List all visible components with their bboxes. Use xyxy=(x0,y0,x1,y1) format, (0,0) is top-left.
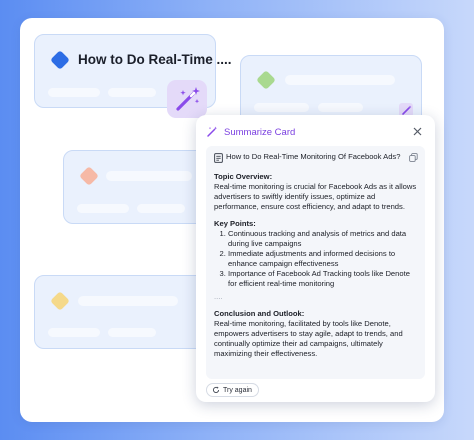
card-placeholder-line xyxy=(108,88,156,97)
card-placeholder-line xyxy=(108,328,156,337)
question-row: How to Do Real-Time Monitoring Of Facebo… xyxy=(214,152,418,163)
card-placeholder-line xyxy=(48,88,100,97)
card-placeholder-line xyxy=(254,103,309,112)
question-text: How to Do Real-Time Monitoring Of Facebo… xyxy=(226,152,401,161)
copy-icon[interactable] xyxy=(409,153,418,162)
card-placeholder-line xyxy=(78,296,178,306)
key-points-list: Continuous tracking and analysis of metr… xyxy=(214,229,418,290)
key-points-heading: Key Points: xyxy=(214,218,256,228)
conclusion-text: Real-time monitoring, facilitated by too… xyxy=(214,318,403,358)
list-item: Immediate adjustments and informed decis… xyxy=(228,249,418,269)
card-placeholder-line xyxy=(285,75,395,85)
panel-header: Summarize Card xyxy=(206,123,425,141)
list-item: Continuous tracking and analysis of metr… xyxy=(228,229,418,249)
conclusion-heading: Conclusion and Outlook: xyxy=(214,308,305,318)
card-title: How to Do Real-Time .... xyxy=(78,52,232,67)
magic-wand-icon xyxy=(207,126,218,137)
summarize-card-panel: Summarize Card How to Do Real-Time Monit… xyxy=(196,115,435,402)
card-placeholder-line xyxy=(137,204,185,213)
refresh-icon xyxy=(213,386,220,393)
magic-wand-icon xyxy=(176,87,200,111)
try-again-label: Try again xyxy=(223,386,252,394)
card-placeholder-line xyxy=(48,328,100,337)
card-placeholder-line xyxy=(318,103,363,112)
summary-content: How to Do Real-Time Monitoring Of Facebo… xyxy=(206,146,425,379)
topic-heading: Topic Overview: xyxy=(214,171,273,181)
list-item: Importance of Facebook Ad Tracking tools… xyxy=(228,269,418,289)
document-icon xyxy=(214,152,223,163)
card-placeholder-line xyxy=(106,171,192,181)
summarize-wand-button[interactable] xyxy=(167,80,207,118)
card-yellow[interactable] xyxy=(34,275,216,349)
close-button[interactable] xyxy=(409,123,425,139)
close-icon xyxy=(413,127,421,135)
card-placeholder-line xyxy=(77,204,129,213)
panel-title: Summarize Card xyxy=(224,126,296,138)
ellipsis-text: .... xyxy=(214,291,223,301)
magic-wand-icon xyxy=(401,105,411,115)
topic-text: Real-time monitoring is crucial for Face… xyxy=(214,181,417,211)
try-again-button[interactable]: Try again xyxy=(206,383,259,397)
